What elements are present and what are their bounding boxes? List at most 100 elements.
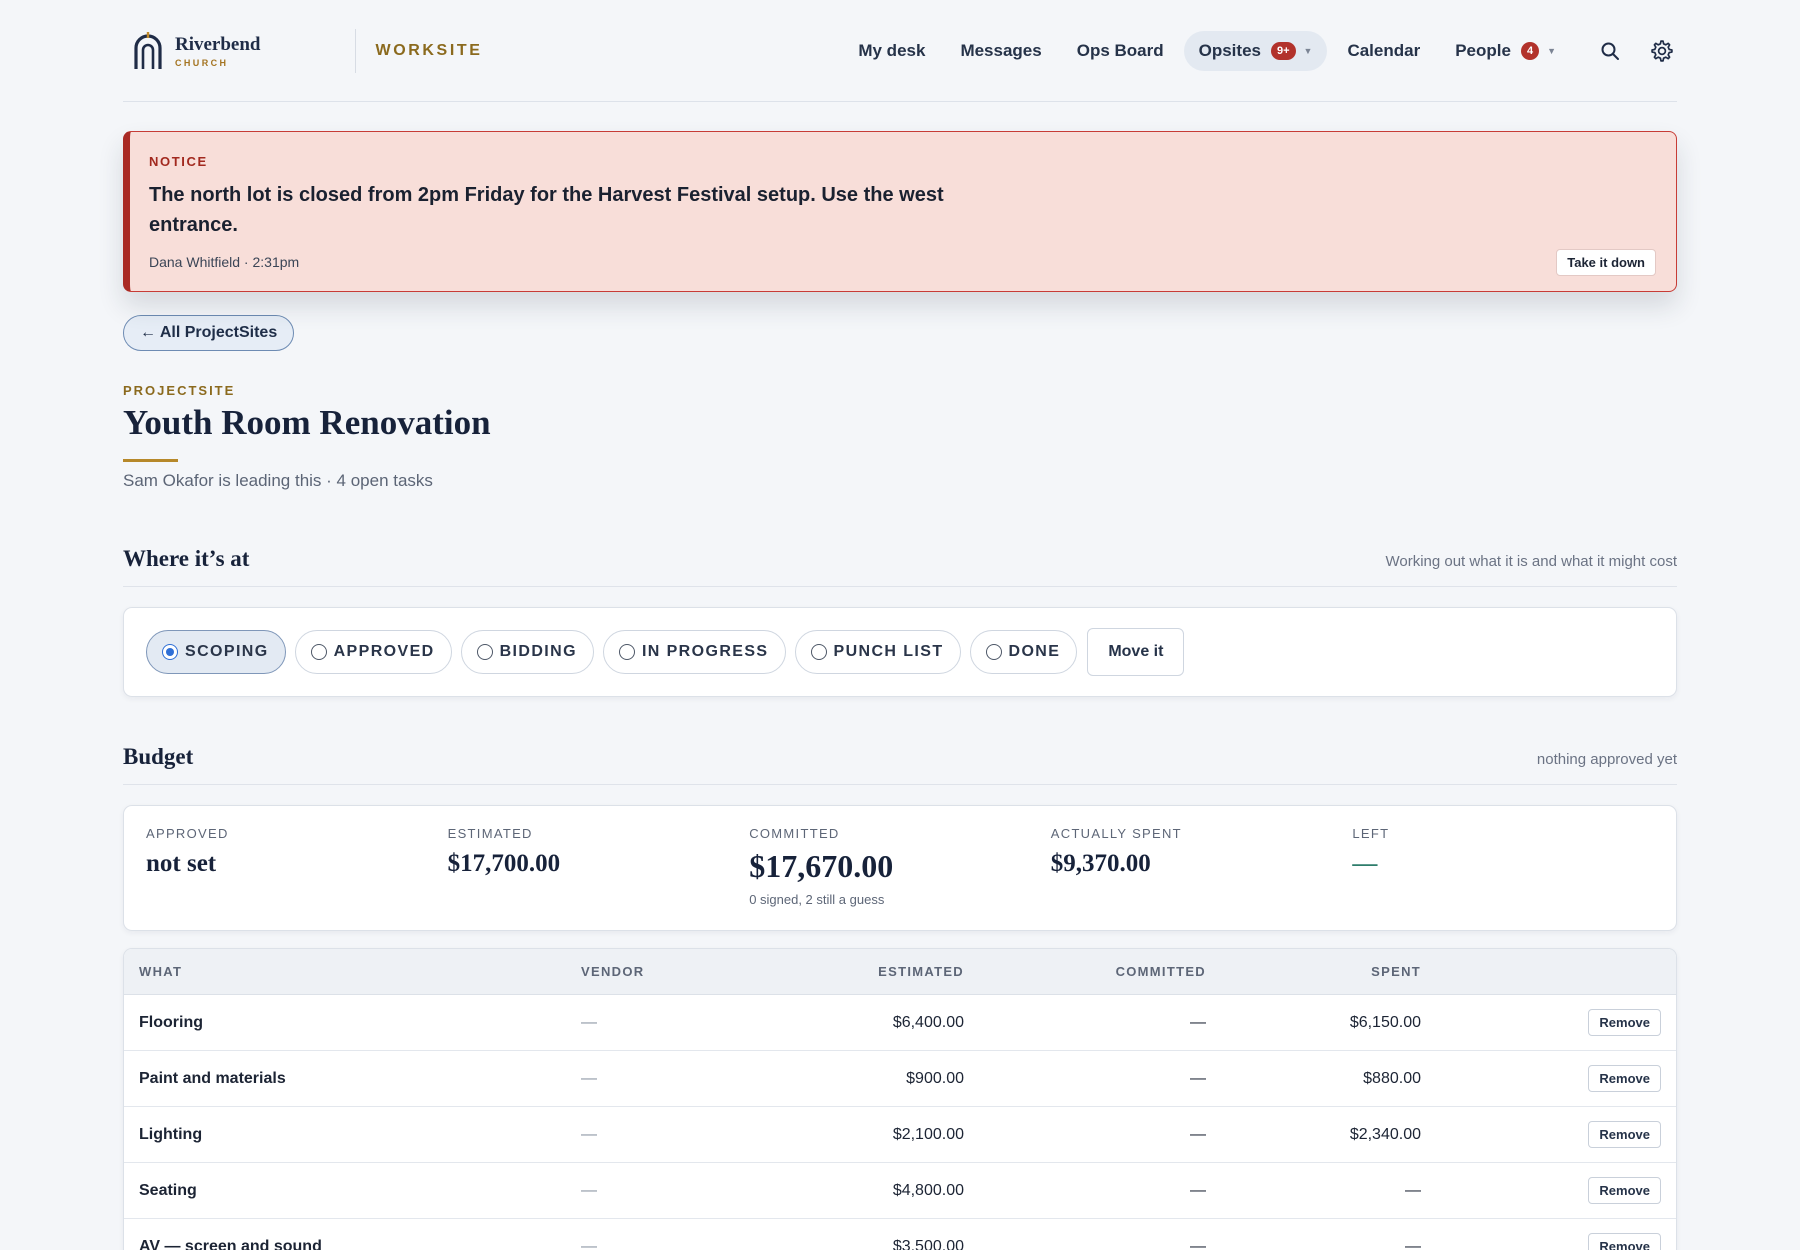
cell-actions: Remove	[1421, 1009, 1676, 1036]
cell-committed: —	[1190, 1013, 1206, 1031]
stage-label: BIDDING	[499, 643, 577, 660]
brand-name: Riverbend	[175, 33, 261, 55]
summary-value: not set	[146, 850, 217, 877]
cell-committed: —	[1190, 1237, 1206, 1250]
nav-label: Calendar	[1347, 40, 1421, 60]
remove-button[interactable]: Remove	[1588, 1065, 1661, 1092]
page: Riverbend CHURCH WORKSITE My desk Messag…	[0, 0, 1800, 1250]
status-section-header: Where it’s at Working out what it is and…	[123, 546, 1677, 587]
move-stage-button[interactable]: Move it	[1087, 628, 1185, 676]
radio-icon	[618, 644, 635, 660]
summary-estimated: ESTIMATED $17,700.00	[448, 826, 750, 930]
radio-selected-icon	[162, 644, 178, 660]
page-title: Youth Room Renovation	[123, 403, 491, 442]
radio-icon	[476, 644, 493, 660]
nav-label: Messages	[960, 40, 1042, 60]
budget-section-note: nothing approved yet	[1536, 751, 1677, 768]
cell-vendor: —	[581, 1013, 597, 1031]
cell-actions: Remove	[1421, 1233, 1676, 1250]
cell-what: Lighting	[139, 1125, 203, 1143]
nav-calendar[interactable]: Calendar	[1332, 31, 1435, 71]
stage-label: PUNCH LIST	[833, 643, 944, 660]
top-bar: Riverbend CHURCH WORKSITE My desk Messag…	[123, 0, 1677, 102]
stage-selector: SCOPING APPROVED BIDDING IN PROGRESS PUN…	[123, 607, 1677, 697]
take-down-button[interactable]: Take it down	[1556, 249, 1656, 276]
cell-vendor: —	[581, 1069, 597, 1087]
stage-option-punch-list[interactable]: PUNCH LIST	[794, 630, 961, 674]
table-header: WHAT VENDOR ESTIMATED COMMITTED SPENT	[124, 949, 1676, 995]
remove-button[interactable]: Remove	[1588, 1009, 1661, 1036]
table-row: AV — screen and sound — $3,500.00 — — Re…	[124, 1219, 1676, 1250]
cell-committed: —	[1190, 1125, 1206, 1143]
summary-spent: ACTUALLY SPENT $9,370.00	[1051, 826, 1353, 930]
nav-my-desk[interactable]: My desk	[843, 31, 940, 71]
nav-messages[interactable]: Messages	[945, 31, 1056, 71]
project-subline: Sam Okafor is leading this · 4 open task…	[123, 471, 433, 490]
summary-label: ESTIMATED	[447, 826, 533, 841]
cell-estimated: $6,400.00	[892, 1013, 964, 1031]
notice-text: The north lot is closed from 2pm Friday …	[149, 184, 944, 236]
cell-spent: $880.00	[1363, 1069, 1421, 1087]
nav-label: Ops Board	[1076, 40, 1164, 60]
cell-estimated: $900.00	[906, 1069, 964, 1087]
column-header-vendor: VENDOR	[581, 964, 645, 979]
gear-icon	[1651, 39, 1673, 62]
cell-spent: $6,150.00	[1349, 1013, 1421, 1031]
logo[interactable]: Riverbend CHURCH	[123, 31, 261, 71]
cell-vendor: —	[581, 1237, 597, 1250]
cell-what: Paint and materials	[139, 1069, 286, 1087]
cell-what: Flooring	[139, 1013, 203, 1031]
nav-ops-board[interactable]: Ops Board	[1062, 31, 1179, 71]
column-header-what: WHAT	[139, 964, 183, 979]
stage-option-done[interactable]: DONE	[969, 630, 1078, 674]
budget-section-header: Budget nothing approved yet	[123, 744, 1677, 785]
remove-button[interactable]: Remove	[1588, 1233, 1661, 1250]
app-name: WORKSITE	[375, 41, 483, 59]
cell-spent: —	[1405, 1181, 1421, 1199]
cell-committed: —	[1190, 1181, 1206, 1199]
table-row: Lighting — $2,100.00 — $2,340.00 Remove	[124, 1107, 1676, 1163]
status-section-note: Working out what it is and what it might…	[1385, 553, 1677, 570]
notice-meta: Dana Whitfield · 2:31pm	[149, 254, 300, 270]
cell-spent: —	[1405, 1237, 1421, 1250]
budget-section-title: Budget	[123, 744, 194, 769]
stage-label: DONE	[1008, 643, 1061, 660]
table-row: Seating — $4,800.00 — — Remove	[124, 1163, 1676, 1219]
summary-label: ACTUALLY SPENT	[1050, 826, 1182, 841]
stage-option-bidding[interactable]: BIDDING	[460, 630, 594, 674]
stage-label: APPROVED	[333, 643, 435, 660]
summary-label: APPROVED	[146, 826, 229, 841]
cell-what: Seating	[139, 1181, 197, 1199]
stage-option-scoping[interactable]: SCOPING	[146, 630, 286, 674]
summary-value: $9,370.00	[1050, 850, 1151, 877]
stage-label: SCOPING	[185, 643, 269, 660]
cell-committed: —	[1190, 1069, 1206, 1087]
status-section-title: Where it’s at	[123, 546, 250, 571]
nav-label: People	[1455, 40, 1511, 60]
remove-button[interactable]: Remove	[1588, 1177, 1661, 1204]
people-count-badge: 4	[1520, 41, 1540, 60]
column-header-committed: COMMITTED	[1115, 964, 1206, 979]
cell-vendor: —	[581, 1125, 597, 1143]
nav-label: My desk	[858, 40, 926, 60]
remove-button[interactable]: Remove	[1588, 1121, 1661, 1148]
summary-label: LEFT	[1352, 826, 1390, 841]
church-arch-icon	[134, 31, 162, 69]
search-button[interactable]	[1595, 36, 1625, 66]
stage-label: IN PROGRESS	[641, 643, 769, 660]
main-nav: My desk Messages Ops Board Opsites 9+ ▼ …	[838, 30, 1677, 71]
brand-sub: CHURCH	[175, 57, 229, 68]
cell-actions: Remove	[1421, 1177, 1676, 1204]
cell-spent: $2,340.00	[1349, 1125, 1421, 1143]
stage-option-approved[interactable]: APPROVED	[294, 630, 452, 674]
header-divider	[354, 28, 356, 73]
summary-subtext: 0 signed, 2 still a guess	[749, 892, 885, 907]
nav-people[interactable]: People 4 ▼	[1440, 31, 1571, 71]
stage-option-in-progress[interactable]: IN PROGRESS	[602, 630, 786, 674]
settings-button[interactable]	[1647, 36, 1677, 66]
nav-opsites[interactable]: Opsites 9+ ▼	[1183, 30, 1328, 71]
nav-label: Opsites	[1198, 40, 1261, 60]
summary-value: $17,700.00	[447, 850, 561, 877]
summary-left: LEFT —	[1352, 826, 1654, 930]
back-to-projectsites-button[interactable]: ← All ProjectSites	[123, 315, 295, 351]
